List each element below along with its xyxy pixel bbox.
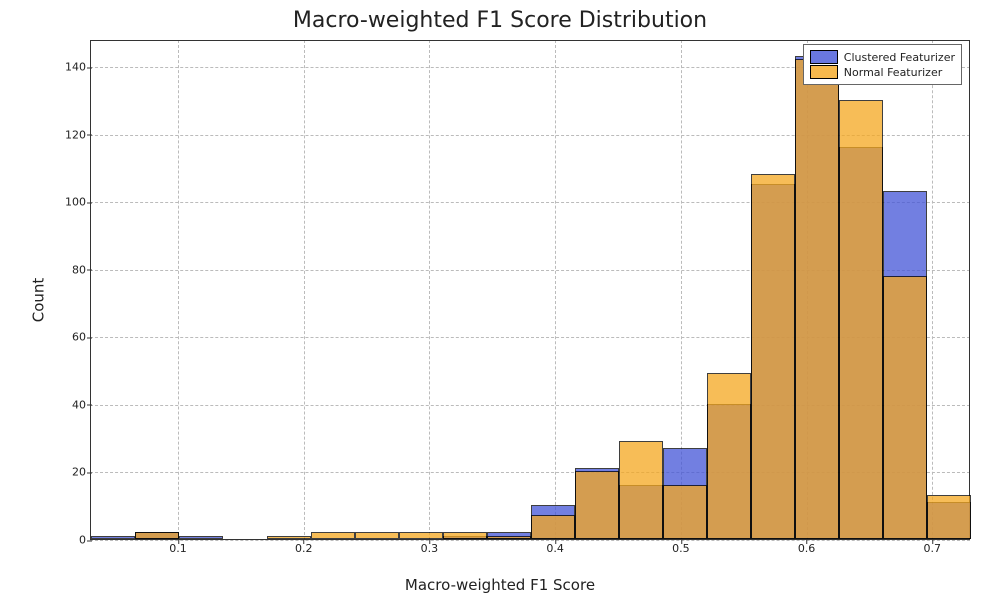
bar [575,471,619,539]
bar [927,495,971,539]
bar [663,485,707,539]
legend-label: Normal Featurizer [844,66,942,79]
legend-item-clustered: Clustered Featurizer [810,50,955,64]
bar [443,532,487,539]
y-axis-label: Count [29,278,47,323]
bar [135,532,179,539]
bar [751,174,795,539]
bar [355,532,399,539]
bar [883,276,927,540]
bar [91,536,135,539]
bar [707,373,751,539]
bar [619,441,663,539]
legend: Clustered Featurizer Normal Featurizer [803,44,962,85]
bar [399,532,443,539]
bar [267,536,311,539]
bar [795,59,839,539]
bar [487,536,531,539]
bar [179,536,223,539]
x-axis-label: Macro-weighted F1 Score [0,576,1000,594]
page-title: Macro-weighted F1 Score Distribution [0,8,1000,33]
bar [311,532,355,539]
bars-container [91,41,969,539]
legend-swatch-normal [810,65,838,79]
legend-label: Clustered Featurizer [844,51,955,64]
legend-item-normal: Normal Featurizer [810,65,955,79]
bar [531,515,575,539]
plot-area [90,40,970,540]
bar [839,100,883,539]
legend-swatch-clustered [810,50,838,64]
